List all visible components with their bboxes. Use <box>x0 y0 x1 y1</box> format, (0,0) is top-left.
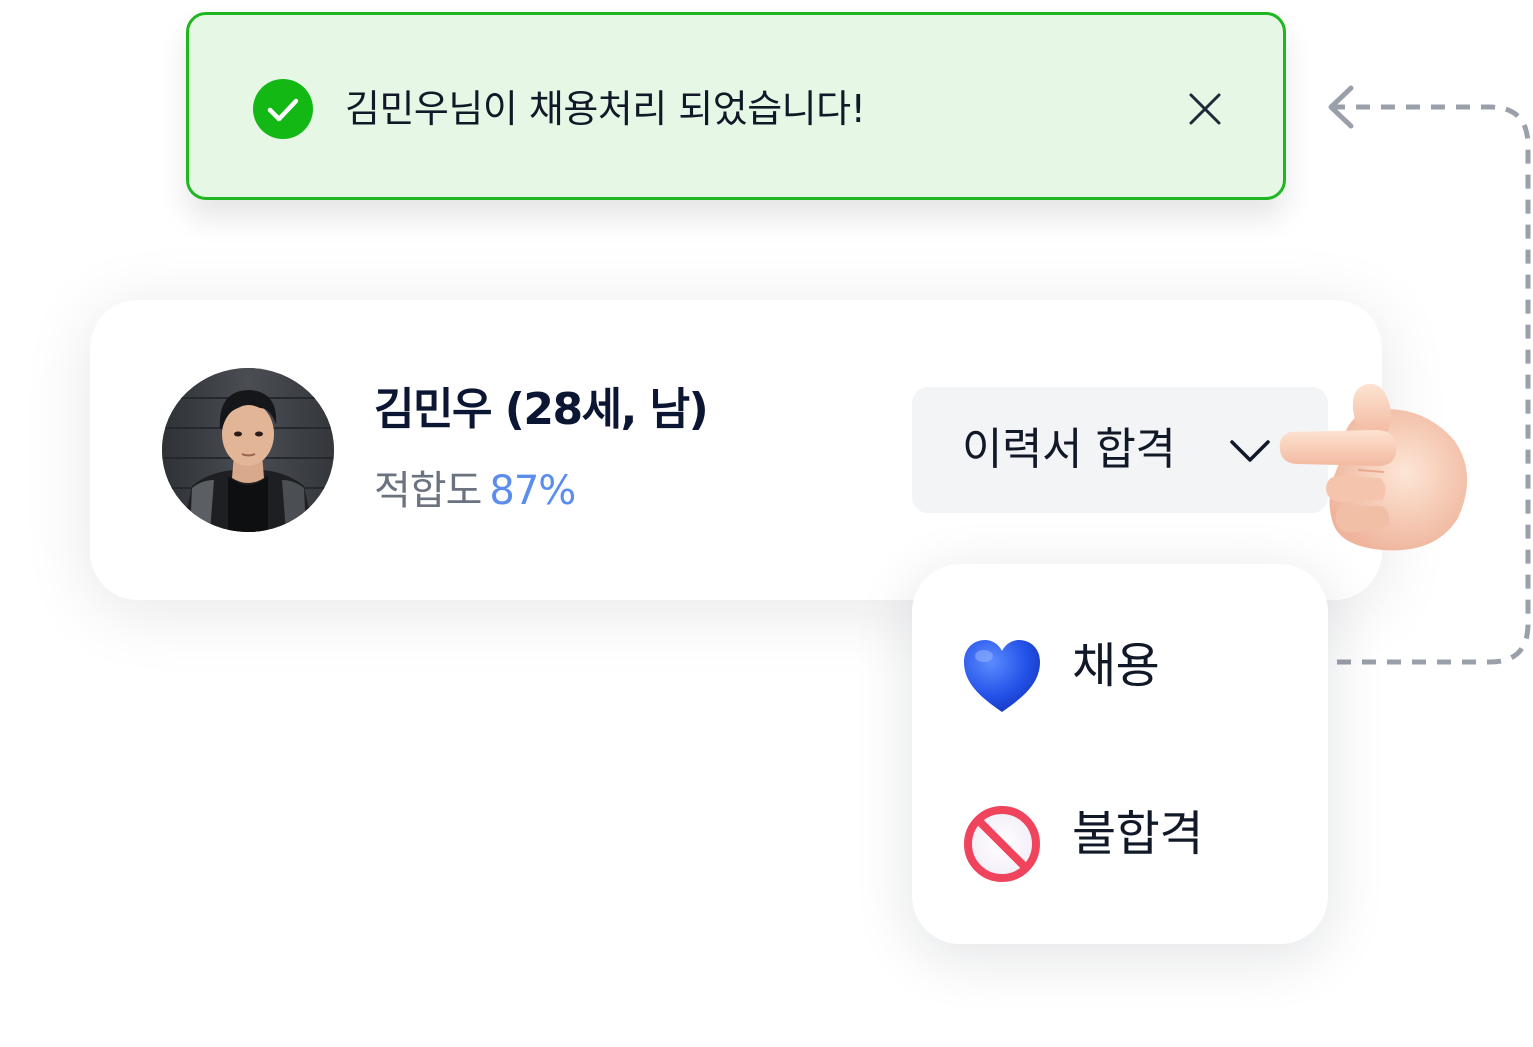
menu-item-reject[interactable]: 불합격 <box>912 774 1328 894</box>
toast-message: 김민우님이 채용처리 되었습니다! <box>345 87 866 131</box>
fit-value: 87% <box>489 468 576 514</box>
candidate-name: 김민우 (28세, 남) <box>374 384 709 435</box>
chevron-down-icon <box>1230 440 1270 462</box>
success-toast: 김민우님이 채용처리 되었습니다! <box>186 12 1286 200</box>
status-dropdown[interactable]: 이력서 합격 <box>912 387 1328 513</box>
menu-item-label: 불합격 <box>1072 806 1203 862</box>
fit-label: 적합도 <box>374 468 482 514</box>
close-icon[interactable] <box>1185 89 1225 129</box>
avatar <box>162 368 334 532</box>
prohibited-icon <box>964 806 1040 882</box>
menu-item-label: 채용 <box>1072 638 1160 694</box>
pointing-hand-icon <box>1279 383 1468 551</box>
menu-item-hire[interactable]: 채용 <box>912 606 1328 726</box>
status-selected-label: 이력서 합격 <box>962 424 1176 475</box>
fit-score: 적합도 87% <box>374 466 576 516</box>
blue-heart-icon <box>964 640 1040 712</box>
candidate-card: 김민우 (28세, 남) 적합도 87% 이력서 합격 <box>90 300 1382 600</box>
check-circle-icon <box>253 79 313 139</box>
status-menu: 채용 불합격 <box>912 564 1328 944</box>
